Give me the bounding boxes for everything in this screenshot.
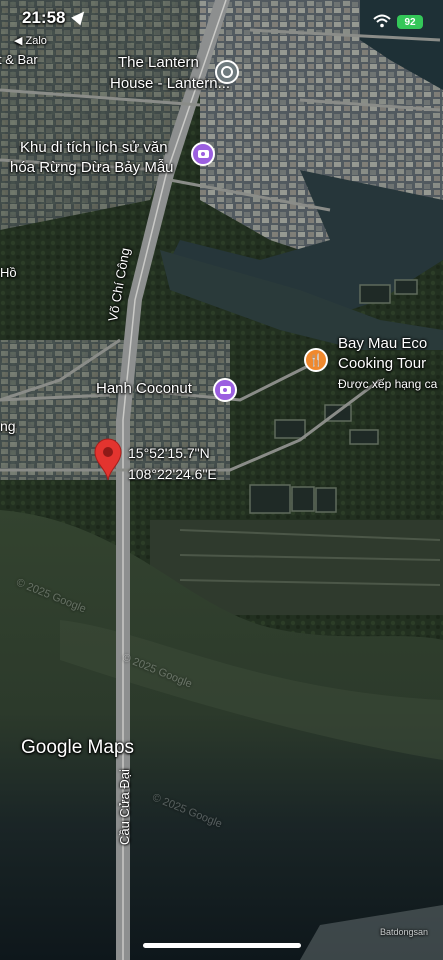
restaurant-icon[interactable]: 🍴 <box>304 348 328 372</box>
cut-off-place-label[interactable]: t & Bar <box>0 52 38 67</box>
pin-latitude: 15°52'15.7"N <box>128 445 210 461</box>
clock-time: 21:58 <box>22 8 66 27</box>
poi-name: Hanh Coconut <box>96 380 192 397</box>
pin-icon[interactable] <box>215 60 239 84</box>
poi-name: The Lantern <box>118 54 199 71</box>
cut-off-place-label[interactable]: Hồ <box>0 265 17 280</box>
wifi-icon <box>373 14 391 28</box>
poi-name: Khu di tích lịch sử văn <box>20 139 168 156</box>
map-pin-icon[interactable] <box>93 437 123 481</box>
poi-name: Bay Mau Eco <box>338 335 428 352</box>
poi-rating-text: Được xếp hạng ca <box>338 377 438 391</box>
camera-icon[interactable] <box>213 378 237 402</box>
battery-level: 92 <box>404 16 416 28</box>
location-arrow-icon <box>71 7 89 26</box>
pin-longitude: 108°22'24.6"E <box>128 466 217 482</box>
poi-name: Cooking Tour <box>338 355 427 372</box>
google-maps-logo: Google Maps <box>21 737 135 758</box>
poi-name: House - Lantern... <box>110 75 231 92</box>
poi-name: hóa Rừng Dừa Bảy Mẫu <box>10 159 174 176</box>
status-bar: 21:58 ◀ Zalo 92 <box>0 0 443 50</box>
road-label-cau-cua-dai: Cầu Cửa Đại <box>117 769 132 845</box>
corner-watermark: Batdongsan <box>380 927 429 937</box>
back-to-app-link[interactable]: ◀ Zalo <box>14 34 47 47</box>
cut-off-place-label[interactable]: ng <box>0 418 16 434</box>
home-indicator[interactable] <box>143 943 301 948</box>
camera-icon[interactable] <box>191 142 215 166</box>
battery-indicator: 92 <box>397 15 423 29</box>
